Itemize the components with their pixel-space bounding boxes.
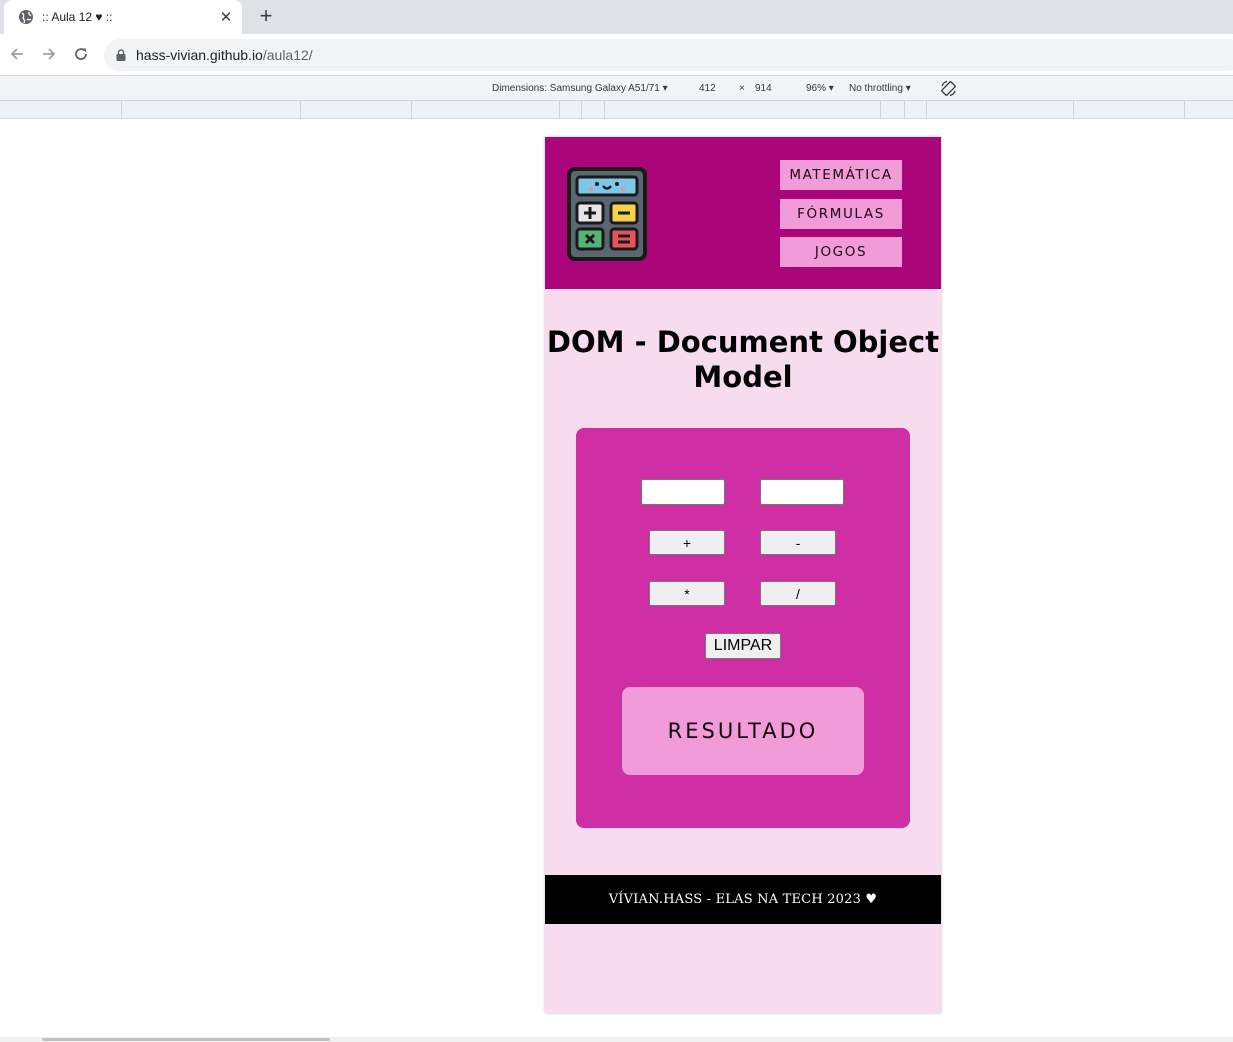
menu-item-matematica[interactable]: MATEMÁTICA [780,160,902,190]
new-tab-button[interactable]: + [254,4,278,28]
tab-strip: :: Aula 12 ♥ :: ✕ + [0,0,1233,34]
device-height-input[interactable]: 914 [755,83,772,94]
url-host: hass-vivian.github.io [136,47,263,63]
tab-title: :: Aula 12 ♥ :: [42,10,113,24]
subtract-button[interactable]: - [760,530,836,555]
calculator-logo-icon [567,167,647,261]
dropdown-caret-icon: ▾ [905,83,911,94]
lock-icon [116,49,126,61]
back-arrow-icon [10,48,23,60]
device-dimensions-select[interactable]: Dimensions: Samsung Galaxy A51/71 ▾ [492,83,668,94]
result-display: RESULTADO [622,687,864,775]
reload-button[interactable] [70,43,92,65]
scrollbar-thumb[interactable] [42,1038,330,1041]
device-width-input[interactable]: 412 [699,83,716,94]
calculator-panel: + - * / LIMPAR RESULTADO [576,428,910,828]
clear-button[interactable]: LIMPAR [705,633,781,659]
browser-toolbar: hass-vivian.github.io/aula12/ [0,34,1233,76]
horizontal-scrollbar[interactable] [0,1037,1233,1042]
menu-item-jogos[interactable]: JOGOS [780,237,902,267]
second-number-input[interactable] [760,479,844,505]
browser-tab[interactable]: :: Aula 12 ♥ :: ✕ [4,0,242,34]
globe-icon [19,10,33,24]
media-query-ruler [0,101,1233,119]
device-toolbar: Dimensions: Samsung Galaxy A51/71 ▾ 412 … [0,76,1233,101]
rotate-button[interactable] [940,80,957,100]
menu-item-formulas[interactable]: FÓRMULAS [780,199,902,229]
multiply-button[interactable]: * [649,581,725,606]
zoom-select[interactable]: 96% ▾ [806,83,834,94]
reload-icon [75,48,87,60]
forward-arrow-icon [43,48,56,60]
site-footer: VÍVIAN.HASS - ELAS NA TECH 2023 ♥ [545,875,941,924]
dropdown-caret-icon: ▾ [828,83,834,94]
back-button[interactable] [6,43,28,65]
throttling-select[interactable]: No throttling ▾ [849,83,911,94]
address-bar[interactable]: hass-vivian.github.io/aula12/ [104,39,1233,71]
device-viewport: MATEMÁTICA FÓRMULAS JOGOS DOM - Document… [545,137,941,1013]
url-path: /aula12/ [262,47,313,63]
divide-button[interactable]: / [760,581,836,606]
close-tab-icon[interactable]: ✕ [218,8,234,26]
rotate-icon [941,80,956,97]
add-button[interactable]: + [649,530,725,555]
site-header: MATEMÁTICA FÓRMULAS JOGOS [545,137,941,289]
page-title: DOM - Document Object Model [546,325,940,394]
first-number-input[interactable] [641,479,725,505]
dimensions-times: × [739,83,745,94]
forward-button[interactable] [38,43,60,65]
dropdown-caret-icon: ▾ [662,83,668,94]
